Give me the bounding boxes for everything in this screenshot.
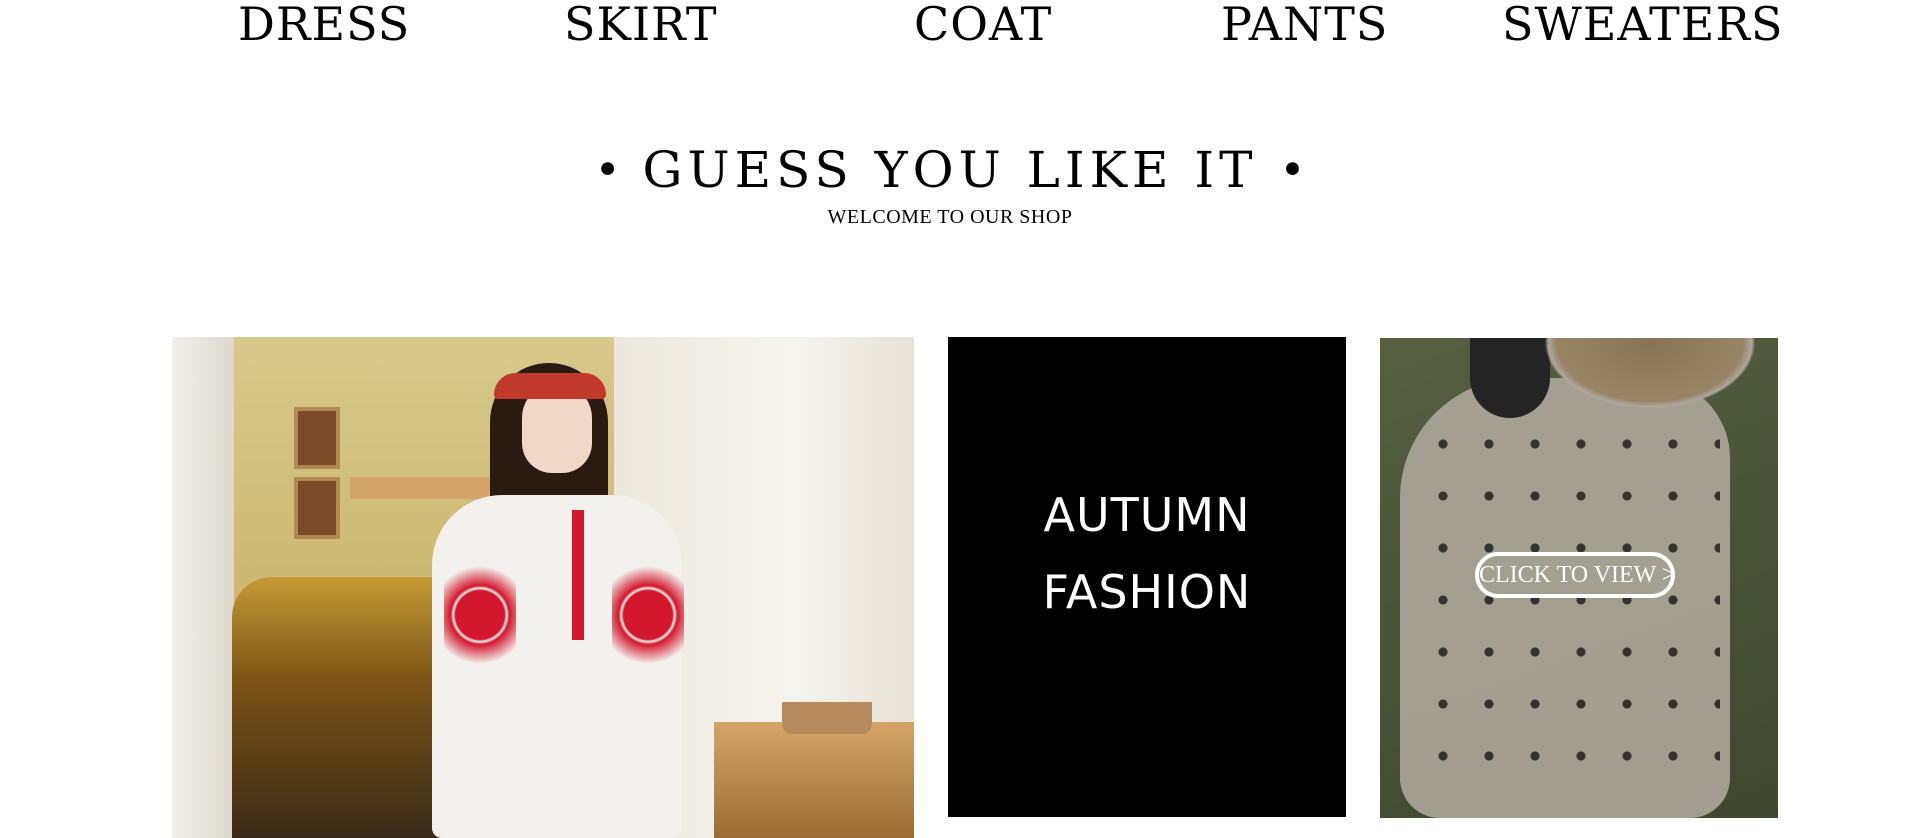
nav-link-pants[interactable]: PANTS <box>1221 0 1388 52</box>
promo-tile-autumn-fashion[interactable]: AUTUMN FASHION <box>948 337 1346 817</box>
photo-frame <box>294 477 340 539</box>
nav-link-skirt[interactable]: SKIRT <box>564 0 718 52</box>
model-headband <box>494 373 606 399</box>
promo-title-line1: AUTUMN <box>1043 488 1251 542</box>
section-heading: • GUESS YOU LIKE IT • <box>0 140 1900 201</box>
photo-frame <box>294 407 340 469</box>
photo-door <box>172 337 234 838</box>
nav-link-sweaters[interactable]: SWEATERS <box>1502 0 1783 52</box>
dress-embroidery <box>612 555 684 675</box>
promo-title: AUTUMN FASHION <box>948 477 1346 631</box>
photo-table <box>714 722 914 838</box>
product-photo-floral-skirt[interactable]: CLICK TO VIEW > <box>1380 338 1778 818</box>
product-photo-embroidered-dress[interactable] <box>172 337 914 838</box>
nav-link-dress[interactable]: DRESS <box>238 0 410 52</box>
nav-link-coat[interactable]: COAT <box>914 0 1052 52</box>
click-to-view-button[interactable]: CLICK TO VIEW > <box>1475 552 1675 598</box>
section-title: GUESS YOU LIKE IT <box>642 141 1258 199</box>
heading-bullet-right: • <box>1279 145 1306 196</box>
dress-embroidery <box>444 555 516 675</box>
heading-bullet-left: • <box>594 145 621 196</box>
photo-basket <box>782 702 872 734</box>
section-subtitle: WELCOME TO OUR SHOP <box>827 206 1073 228</box>
dress-tassel <box>572 510 584 640</box>
model-figure <box>432 355 684 838</box>
promo-title-line2: FASHION <box>1042 565 1252 619</box>
category-nav: DRESS SKIRT COAT PANTS SWEATERS <box>0 0 1920 60</box>
